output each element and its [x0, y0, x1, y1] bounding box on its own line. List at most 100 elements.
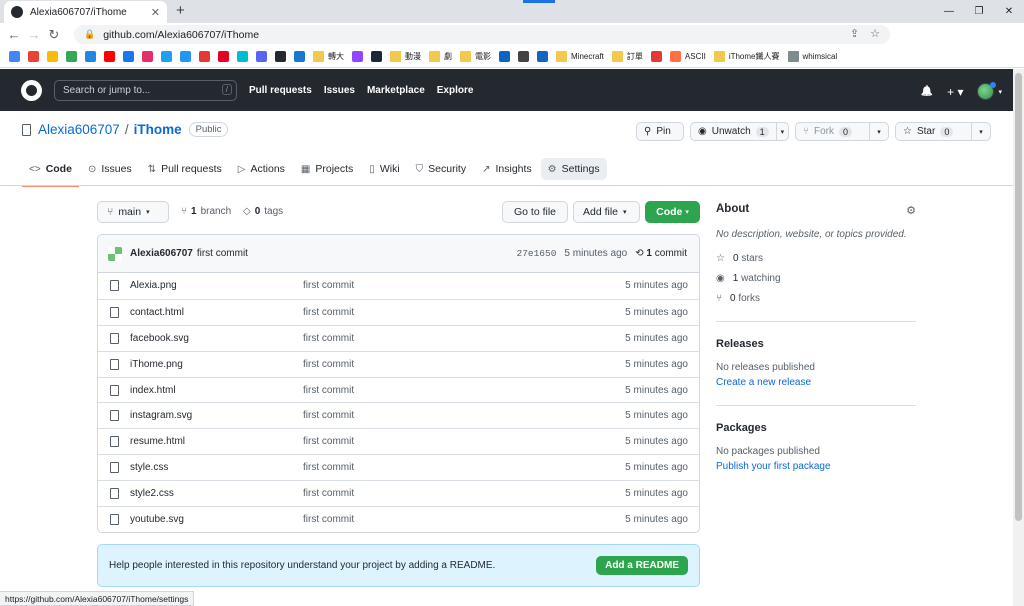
- bookmark-item[interactable]: [142, 51, 153, 62]
- stars-link[interactable]: ☆ 0 stars: [716, 253, 916, 264]
- repo-name-link[interactable]: iThome: [134, 122, 182, 137]
- new-tab-button[interactable]: +: [176, 2, 185, 19]
- file-commit-message[interactable]: first commit: [303, 280, 354, 291]
- branches-link[interactable]: ⑂ 1 branch: [181, 206, 231, 217]
- bookmark-item[interactable]: [275, 51, 286, 62]
- commit-author-avatar[interactable]: [108, 246, 122, 261]
- close-window-button[interactable]: ✕: [994, 0, 1024, 23]
- nav-issues[interactable]: Issues: [324, 85, 355, 96]
- bookmark-item[interactable]: [199, 51, 210, 62]
- pin-button[interactable]: ⚲ Pin: [636, 122, 684, 141]
- commit-hash[interactable]: 27e1650: [517, 248, 557, 259]
- bookmark-item[interactable]: [650, 51, 662, 62]
- bookmark-item[interactable]: whimsical: [787, 51, 837, 62]
- file-commit-message[interactable]: first commit: [303, 385, 354, 396]
- reload-icon[interactable]: ↻: [44, 27, 64, 43]
- bookmark-item[interactable]: [237, 51, 248, 62]
- tags-link[interactable]: ◇ 0 tags: [243, 206, 283, 217]
- bookmark-item[interactable]: [161, 51, 172, 62]
- unwatch-button[interactable]: ◉ Unwatch 1 ▾: [690, 122, 789, 141]
- commit-author[interactable]: Alexia606707: [130, 248, 193, 259]
- back-icon[interactable]: ←: [4, 27, 24, 42]
- page-scrollbar[interactable]: [1013, 69, 1024, 606]
- file-row[interactable]: style2.css first commit 5 minutes ago: [98, 480, 699, 506]
- file-name-link[interactable]: instagram.svg: [130, 410, 192, 421]
- user-avatar[interactable]: [977, 82, 997, 100]
- file-commit-message[interactable]: first commit: [303, 307, 354, 318]
- bookmark-item[interactable]: [9, 51, 20, 62]
- file-commit-message[interactable]: first commit: [303, 333, 354, 344]
- nav-pull-requests[interactable]: Pull requests: [249, 85, 312, 96]
- notifications-bell-icon[interactable]: 🔔: [921, 86, 933, 97]
- gear-icon[interactable]: ⚙: [906, 204, 916, 217]
- file-row[interactable]: contact.html first commit 5 minutes ago: [98, 298, 699, 325]
- fork-dropdown-icon[interactable]: ▾: [869, 123, 888, 140]
- nav-marketplace[interactable]: Marketplace: [367, 85, 425, 96]
- file-name-link[interactable]: resume.html: [130, 436, 185, 447]
- unwatch-dropdown-icon[interactable]: ▾: [775, 123, 788, 140]
- file-commit-message[interactable]: first commit: [303, 359, 354, 370]
- bookmark-item[interactable]: Minecraft: [556, 51, 604, 62]
- bookmark-item[interactable]: 劇: [429, 51, 452, 62]
- create-release-link[interactable]: Create a new release: [716, 377, 916, 388]
- bookmark-item[interactable]: [256, 51, 267, 62]
- packages-heading[interactable]: Packages: [716, 422, 916, 434]
- bookmark-item[interactable]: [85, 51, 96, 62]
- file-name-link[interactable]: facebook.svg: [130, 333, 189, 344]
- file-commit-message[interactable]: first commit: [303, 462, 354, 473]
- bookmark-item[interactable]: 動漫: [390, 51, 421, 62]
- go-to-file-button[interactable]: Go to file: [502, 201, 568, 223]
- bookmark-item[interactable]: [218, 51, 229, 62]
- nav-explore[interactable]: Explore: [437, 85, 474, 96]
- browser-tab[interactable]: Alexia606707/iThome ✕: [4, 1, 167, 23]
- bookmark-item[interactable]: 訂單: [611, 51, 643, 62]
- file-commit-message[interactable]: first commit: [303, 514, 354, 525]
- bookmark-item[interactable]: [66, 51, 77, 62]
- search-input[interactable]: Search or jump to... /: [54, 79, 237, 101]
- file-name-link[interactable]: contact.html: [130, 307, 184, 318]
- bookmark-item[interactable]: [123, 51, 134, 62]
- create-new-dropdown[interactable]: + ▾: [947, 85, 963, 99]
- file-commit-message[interactable]: first commit: [303, 410, 354, 421]
- avatar-caret-icon[interactable]: ▾: [998, 88, 1002, 96]
- file-row[interactable]: facebook.svg first commit 5 minutes ago: [98, 324, 699, 351]
- bookmark-item[interactable]: ASCII: [669, 51, 706, 62]
- branch-selector[interactable]: ⑂ main ▾: [97, 201, 169, 223]
- bookmark-item[interactable]: [352, 51, 363, 62]
- repo-owner-link[interactable]: Alexia606707: [38, 122, 120, 137]
- file-name-link[interactable]: style2.css: [130, 488, 174, 499]
- forward-icon[interactable]: →: [24, 27, 44, 42]
- watching-link[interactable]: ◉ 1 watching: [716, 273, 916, 284]
- github-logo-icon[interactable]: [21, 79, 42, 101]
- bookmark-item[interactable]: [104, 51, 115, 62]
- add-readme-button[interactable]: Add a README: [596, 556, 688, 575]
- publish-package-link[interactable]: Publish your first package: [716, 461, 916, 472]
- minimize-button[interactable]: —: [934, 0, 964, 23]
- bookmark-item[interactable]: [180, 51, 191, 62]
- history-link[interactable]: ⟲ 1 commit: [635, 248, 687, 259]
- code-button[interactable]: Code ▾: [645, 201, 700, 223]
- file-name-link[interactable]: iThome.png: [130, 359, 183, 370]
- tab-close-icon[interactable]: ✕: [151, 6, 160, 19]
- file-row[interactable]: style.css first commit 5 minutes ago: [98, 454, 699, 480]
- file-row[interactable]: index.html first commit 5 minutes ago: [98, 376, 699, 403]
- scrollbar-thumb[interactable]: [1015, 73, 1022, 521]
- bookmark-star-icon[interactable]: ☆: [870, 27, 880, 40]
- file-row[interactable]: resume.html first commit 5 minutes ago: [98, 428, 699, 454]
- tab-code[interactable]: <> Code: [22, 158, 79, 187]
- star-dropdown-icon[interactable]: ▾: [971, 123, 990, 140]
- bookmark-item[interactable]: [294, 51, 305, 62]
- tab-security[interactable]: ⛉ Security: [409, 158, 473, 180]
- bookmark-item[interactable]: [518, 51, 529, 62]
- releases-heading[interactable]: Releases: [716, 338, 916, 350]
- file-name-link[interactable]: index.html: [130, 385, 176, 396]
- file-name-link[interactable]: youtube.svg: [130, 514, 184, 525]
- bookmark-item[interactable]: 轉大: [313, 51, 344, 62]
- bookmark-item[interactable]: [537, 51, 548, 62]
- file-name-link[interactable]: style.css: [130, 462, 168, 473]
- bookmark-item[interactable]: [371, 51, 382, 62]
- tab-insights[interactable]: ↗ Insights: [475, 158, 539, 180]
- tab-projects[interactable]: ▦ Projects: [294, 158, 360, 180]
- maximize-button[interactable]: ❐: [964, 0, 994, 23]
- file-name-link[interactable]: Alexia.png: [130, 280, 177, 291]
